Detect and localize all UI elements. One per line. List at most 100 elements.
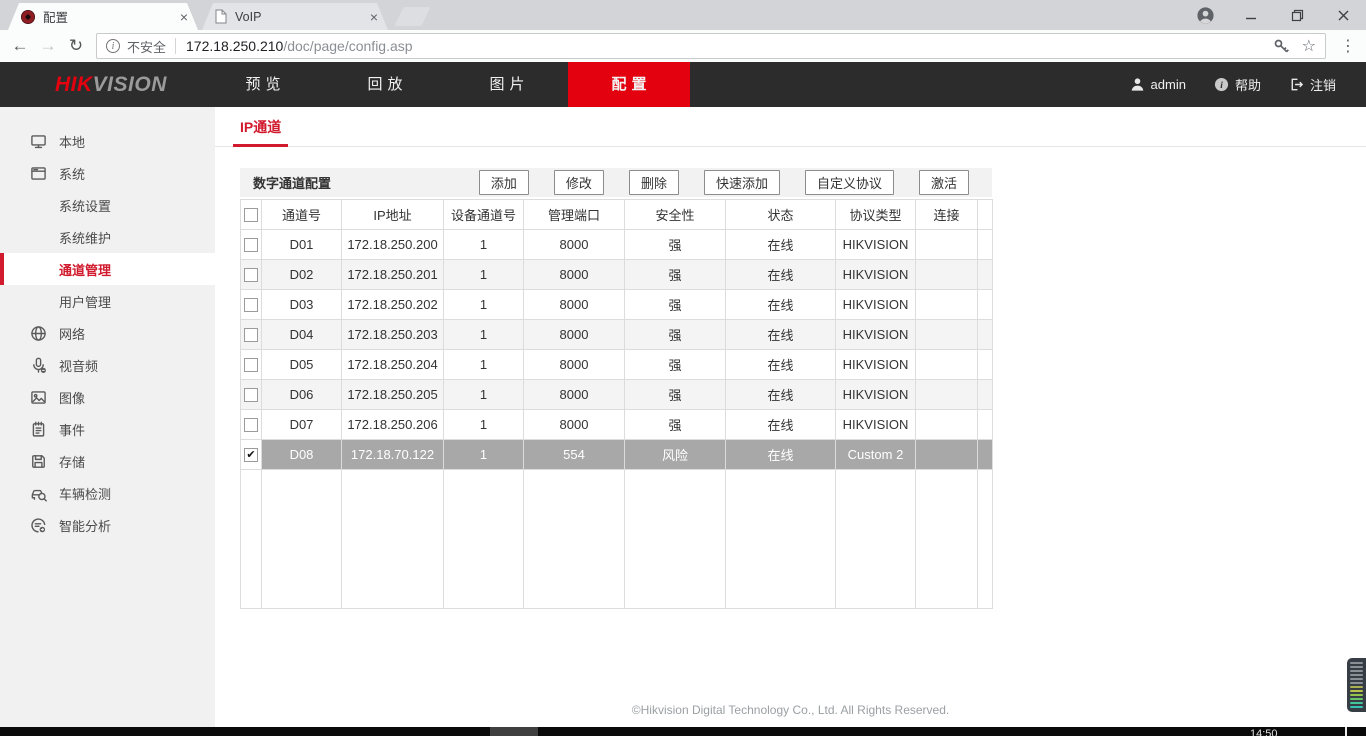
row-checkbox[interactable] xyxy=(244,418,258,432)
sidebar-item-system-settings[interactable]: 系统设置 xyxy=(0,189,215,221)
row-checkbox[interactable] xyxy=(244,298,258,312)
sidebar-item-smart-analysis[interactable]: 智能分析 xyxy=(0,509,215,541)
row-checkbox[interactable] xyxy=(244,358,258,372)
cell-link xyxy=(916,410,978,440)
sidebar-item-network[interactable]: 网络 xyxy=(0,317,215,349)
cell-ip: 172.18.70.122 xyxy=(342,440,444,470)
profile-icon[interactable] xyxy=(1182,0,1228,30)
sidebar-item-storage[interactable]: 存储 xyxy=(0,445,215,477)
modify-button[interactable]: 修改 xyxy=(554,170,604,195)
table-row-d08[interactable]: ✔D08172.18.70.1221554风险在线Custom 2 xyxy=(241,440,993,470)
sidebar-item-video-audio[interactable]: 视音频 xyxy=(0,349,215,381)
cell-ip: 172.18.250.205 xyxy=(342,380,444,410)
cell-spare xyxy=(978,260,993,290)
cell-port: 8000 xyxy=(524,380,625,410)
row-checkbox[interactable] xyxy=(244,268,258,282)
row-checkbox[interactable] xyxy=(244,328,258,342)
url-path: /doc/page/config.asp xyxy=(283,38,412,54)
sidebar-item-user-management[interactable]: 用户管理 xyxy=(0,285,215,317)
sidebar-item-label: 视音频 xyxy=(59,356,98,375)
nav-configuration[interactable]: 配置 xyxy=(568,62,690,107)
hikvision-favicon-icon xyxy=(21,10,35,24)
taskbar: 14:50 xyxy=(0,727,1366,736)
address-bar[interactable]: i 不安全 172.18.250.210 /doc/page/config.as… xyxy=(96,33,1326,59)
logo-part-red: HIK xyxy=(55,73,93,97)
sidebar: 本地系统系统设置系统维护通道管理用户管理网络视音频图像事件存储车辆检测智能分析 xyxy=(0,107,215,727)
add-button[interactable]: 添加 xyxy=(479,170,529,195)
nav-preview[interactable]: 预览 xyxy=(202,62,324,107)
new-tab-button[interactable] xyxy=(394,7,430,26)
row-checkbox[interactable] xyxy=(244,388,258,402)
back-icon[interactable]: ← xyxy=(6,36,34,56)
bookmark-star-icon[interactable]: ☆ xyxy=(1302,36,1316,56)
cell-protocol: HIKVISION xyxy=(836,290,916,320)
minimize-button[interactable] xyxy=(1228,0,1274,30)
forward-icon[interactable]: → xyxy=(34,36,62,56)
select-all-checkbox[interactable] xyxy=(244,208,258,222)
sidebar-item-local[interactable]: 本地 xyxy=(0,125,215,157)
sidebar-item-event[interactable]: 事件 xyxy=(0,413,215,445)
browser-menu-icon[interactable]: ⋮ xyxy=(1334,36,1362,56)
cell-spare xyxy=(978,440,993,470)
cell-select xyxy=(241,290,262,320)
user-menu[interactable]: admin xyxy=(1130,77,1186,92)
activate-button[interactable]: 激活 xyxy=(919,170,969,195)
browser-tab-voip[interactable]: VoIP × xyxy=(202,3,388,30)
table-row-d07[interactable]: D07172.18.250.20618000强在线HIKVISION xyxy=(241,410,993,440)
row-checkbox[interactable]: ✔ xyxy=(244,448,258,462)
cell-select xyxy=(241,230,262,260)
table-row-d04[interactable]: D04172.18.250.20318000强在线HIKVISION xyxy=(241,320,993,350)
panel-title: 数字通道配置 xyxy=(253,173,331,192)
table-row-d02[interactable]: D02172.18.250.20118000强在线HIKVISION xyxy=(241,260,993,290)
cell-channel: D04 xyxy=(262,320,342,350)
cell-protocol: HIKVISION xyxy=(836,230,916,260)
cell-status: 在线 xyxy=(726,440,836,470)
table-row-d05[interactable]: D05172.18.250.20418000强在线HIKVISION xyxy=(241,350,993,380)
browser-tab-config[interactable]: 配置 × xyxy=(8,3,198,30)
cell-channel: D08 xyxy=(262,440,342,470)
close-button[interactable] xyxy=(1320,0,1366,30)
tab-ip-channel[interactable]: IP通道 xyxy=(233,107,288,147)
cell-port: 554 xyxy=(524,440,625,470)
taskbar-app-button[interactable] xyxy=(490,727,538,736)
custom-protocol-button[interactable]: 自定义协议 xyxy=(805,170,894,195)
sidebar-item-label: 车辆检测 xyxy=(59,484,111,503)
cell-device-channel: 1 xyxy=(444,260,524,290)
sidebar-item-vehicle-detection[interactable]: 车辆检测 xyxy=(0,477,215,509)
cell-select xyxy=(241,380,262,410)
cell-security: 强 xyxy=(625,320,726,350)
sidebar-item-system[interactable]: 系统 xyxy=(0,157,215,189)
reload-icon[interactable]: ↻ xyxy=(62,36,90,56)
nav-playback[interactable]: 回放 xyxy=(324,62,446,107)
main-content: IP通道 数字通道配置 添加修改删除快速添加自定义协议激活 通道号IP地址设备通… xyxy=(215,107,1366,727)
table-empty-area xyxy=(241,470,993,609)
logout-button[interactable]: 注销 xyxy=(1289,75,1336,94)
table-row-d01[interactable]: D01172.18.250.20018000强在线HIKVISION xyxy=(241,230,993,260)
nav-picture[interactable]: 图片 xyxy=(446,62,568,107)
delete-button[interactable]: 删除 xyxy=(629,170,679,195)
sidebar-item-channel-management[interactable]: 通道管理 xyxy=(0,253,215,285)
cell-device-channel: 1 xyxy=(444,320,524,350)
key-icon[interactable] xyxy=(1273,38,1290,55)
help-button[interactable]: i 帮助 xyxy=(1214,75,1261,94)
cell-ip: 172.18.250.201 xyxy=(342,260,444,290)
sidebar-item-system-maintenance[interactable]: 系统维护 xyxy=(0,221,215,253)
cell-link xyxy=(916,350,978,380)
col-header-security: 安全性 xyxy=(625,200,726,230)
sidebar-item-image[interactable]: 图像 xyxy=(0,381,215,413)
info-icon[interactable]: i xyxy=(106,39,120,53)
cell-protocol: HIKVISION xyxy=(836,260,916,290)
row-checkbox[interactable] xyxy=(244,238,258,252)
cell-protocol: HIKVISION xyxy=(836,350,916,380)
tab-close-icon[interactable]: × xyxy=(180,10,188,24)
cell-security: 强 xyxy=(625,260,726,290)
logout-label: 注销 xyxy=(1310,75,1336,94)
table-row-d03[interactable]: D03172.18.250.20218000强在线HIKVISION xyxy=(241,290,993,320)
window-icon xyxy=(30,165,48,182)
col-header-device-channel-no: 设备通道号 xyxy=(444,200,524,230)
quick-add-button[interactable]: 快速添加 xyxy=(704,170,780,195)
table-row-d06[interactable]: D06172.18.250.20518000强在线HIKVISION xyxy=(241,380,993,410)
tab-close-icon[interactable]: × xyxy=(370,10,378,24)
cell-protocol: HIKVISION xyxy=(836,410,916,440)
restore-button[interactable] xyxy=(1274,0,1320,30)
